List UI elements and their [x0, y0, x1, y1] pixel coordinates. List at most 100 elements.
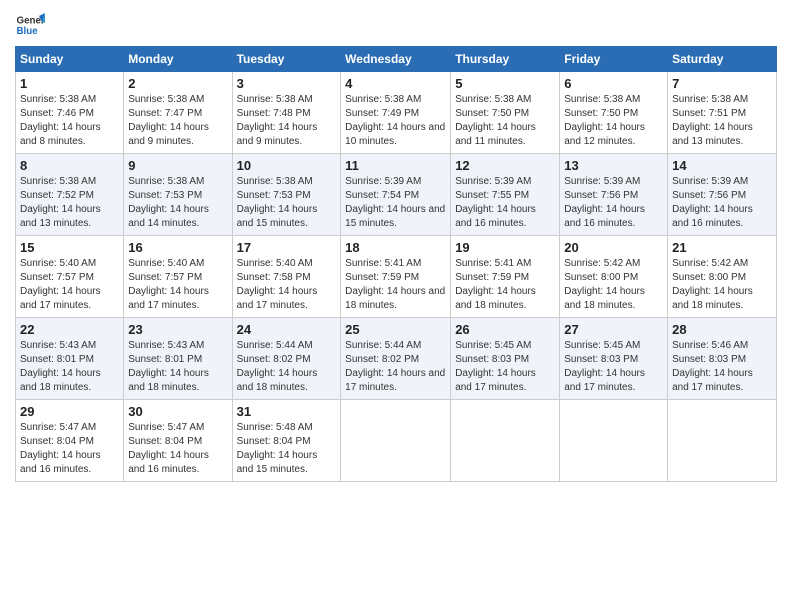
day-info: Sunrise: 5:42 AMSunset: 8:00 PMDaylight:… [672, 258, 753, 311]
day-number: 9 [128, 158, 227, 173]
calendar-cell: 31 Sunrise: 5:48 AMSunset: 8:04 PMDaylig… [232, 400, 341, 482]
day-number: 2 [128, 76, 227, 91]
calendar-week-2: 8 Sunrise: 5:38 AMSunset: 7:52 PMDayligh… [16, 154, 777, 236]
day-info: Sunrise: 5:45 AMSunset: 8:03 PMDaylight:… [455, 340, 536, 393]
logo: General Blue [15, 10, 49, 40]
day-info: Sunrise: 5:40 AMSunset: 7:57 PMDaylight:… [20, 258, 101, 311]
calendar-header-wednesday: Wednesday [341, 47, 451, 72]
day-number: 13 [564, 158, 663, 173]
day-number: 31 [237, 404, 337, 419]
calendar-cell: 18 Sunrise: 5:41 AMSunset: 7:59 PMDaylig… [341, 236, 451, 318]
day-info: Sunrise: 5:38 AMSunset: 7:53 PMDaylight:… [128, 176, 209, 229]
day-number: 25 [345, 322, 446, 337]
calendar-cell: 4 Sunrise: 5:38 AMSunset: 7:49 PMDayligh… [341, 72, 451, 154]
day-number: 14 [672, 158, 772, 173]
header: General Blue [15, 10, 777, 40]
day-number: 28 [672, 322, 772, 337]
day-info: Sunrise: 5:47 AMSunset: 8:04 PMDaylight:… [20, 422, 101, 475]
day-info: Sunrise: 5:43 AMSunset: 8:01 PMDaylight:… [20, 340, 101, 393]
day-number: 24 [237, 322, 337, 337]
calendar-cell: 30 Sunrise: 5:47 AMSunset: 8:04 PMDaylig… [124, 400, 232, 482]
day-number: 26 [455, 322, 555, 337]
day-number: 8 [20, 158, 119, 173]
calendar-cell: 28 Sunrise: 5:46 AMSunset: 8:03 PMDaylig… [668, 318, 777, 400]
day-info: Sunrise: 5:41 AMSunset: 7:59 PMDaylight:… [345, 258, 445, 311]
day-number: 20 [564, 240, 663, 255]
day-number: 10 [237, 158, 337, 173]
day-info: Sunrise: 5:46 AMSunset: 8:03 PMDaylight:… [672, 340, 753, 393]
calendar-week-4: 22 Sunrise: 5:43 AMSunset: 8:01 PMDaylig… [16, 318, 777, 400]
calendar-cell: 29 Sunrise: 5:47 AMSunset: 8:04 PMDaylig… [16, 400, 124, 482]
calendar-cell [451, 400, 560, 482]
day-info: Sunrise: 5:38 AMSunset: 7:51 PMDaylight:… [672, 94, 753, 147]
svg-text:Blue: Blue [17, 26, 39, 37]
day-info: Sunrise: 5:40 AMSunset: 7:58 PMDaylight:… [237, 258, 318, 311]
day-number: 23 [128, 322, 227, 337]
day-info: Sunrise: 5:39 AMSunset: 7:56 PMDaylight:… [564, 176, 645, 229]
calendar-cell [560, 400, 668, 482]
calendar-week-5: 29 Sunrise: 5:47 AMSunset: 8:04 PMDaylig… [16, 400, 777, 482]
day-info: Sunrise: 5:47 AMSunset: 8:04 PMDaylight:… [128, 422, 209, 475]
day-number: 29 [20, 404, 119, 419]
calendar-cell: 5 Sunrise: 5:38 AMSunset: 7:50 PMDayligh… [451, 72, 560, 154]
calendar-cell: 10 Sunrise: 5:38 AMSunset: 7:53 PMDaylig… [232, 154, 341, 236]
day-info: Sunrise: 5:41 AMSunset: 7:59 PMDaylight:… [455, 258, 536, 311]
calendar-cell: 16 Sunrise: 5:40 AMSunset: 7:57 PMDaylig… [124, 236, 232, 318]
day-info: Sunrise: 5:40 AMSunset: 7:57 PMDaylight:… [128, 258, 209, 311]
day-number: 3 [237, 76, 337, 91]
calendar-cell: 25 Sunrise: 5:44 AMSunset: 8:02 PMDaylig… [341, 318, 451, 400]
calendar-cell: 13 Sunrise: 5:39 AMSunset: 7:56 PMDaylig… [560, 154, 668, 236]
calendar-cell: 8 Sunrise: 5:38 AMSunset: 7:52 PMDayligh… [16, 154, 124, 236]
calendar-cell: 19 Sunrise: 5:41 AMSunset: 7:59 PMDaylig… [451, 236, 560, 318]
day-number: 5 [455, 76, 555, 91]
day-number: 7 [672, 76, 772, 91]
calendar-cell: 26 Sunrise: 5:45 AMSunset: 8:03 PMDaylig… [451, 318, 560, 400]
day-info: Sunrise: 5:44 AMSunset: 8:02 PMDaylight:… [345, 340, 445, 393]
day-number: 16 [128, 240, 227, 255]
calendar-cell: 20 Sunrise: 5:42 AMSunset: 8:00 PMDaylig… [560, 236, 668, 318]
day-info: Sunrise: 5:38 AMSunset: 7:53 PMDaylight:… [237, 176, 318, 229]
day-number: 11 [345, 158, 446, 173]
calendar-cell: 3 Sunrise: 5:38 AMSunset: 7:48 PMDayligh… [232, 72, 341, 154]
calendar-week-1: 1 Sunrise: 5:38 AMSunset: 7:46 PMDayligh… [16, 72, 777, 154]
calendar-cell: 21 Sunrise: 5:42 AMSunset: 8:00 PMDaylig… [668, 236, 777, 318]
day-number: 19 [455, 240, 555, 255]
calendar-header-sunday: Sunday [16, 47, 124, 72]
day-info: Sunrise: 5:39 AMSunset: 7:55 PMDaylight:… [455, 176, 536, 229]
day-number: 30 [128, 404, 227, 419]
calendar-cell: 23 Sunrise: 5:43 AMSunset: 8:01 PMDaylig… [124, 318, 232, 400]
calendar-cell: 27 Sunrise: 5:45 AMSunset: 8:03 PMDaylig… [560, 318, 668, 400]
day-number: 21 [672, 240, 772, 255]
day-number: 4 [345, 76, 446, 91]
day-info: Sunrise: 5:38 AMSunset: 7:50 PMDaylight:… [455, 94, 536, 147]
calendar-cell: 12 Sunrise: 5:39 AMSunset: 7:55 PMDaylig… [451, 154, 560, 236]
calendar-header-row: SundayMondayTuesdayWednesdayThursdayFrid… [16, 47, 777, 72]
day-info: Sunrise: 5:38 AMSunset: 7:52 PMDaylight:… [20, 176, 101, 229]
calendar-week-3: 15 Sunrise: 5:40 AMSunset: 7:57 PMDaylig… [16, 236, 777, 318]
day-info: Sunrise: 5:38 AMSunset: 7:49 PMDaylight:… [345, 94, 445, 147]
day-info: Sunrise: 5:39 AMSunset: 7:56 PMDaylight:… [672, 176, 753, 229]
calendar-header-saturday: Saturday [668, 47, 777, 72]
day-number: 1 [20, 76, 119, 91]
day-info: Sunrise: 5:48 AMSunset: 8:04 PMDaylight:… [237, 422, 318, 475]
day-info: Sunrise: 5:38 AMSunset: 7:47 PMDaylight:… [128, 94, 209, 147]
calendar-cell: 9 Sunrise: 5:38 AMSunset: 7:53 PMDayligh… [124, 154, 232, 236]
calendar-cell: 6 Sunrise: 5:38 AMSunset: 7:50 PMDayligh… [560, 72, 668, 154]
day-info: Sunrise: 5:38 AMSunset: 7:48 PMDaylight:… [237, 94, 318, 147]
calendar-cell: 2 Sunrise: 5:38 AMSunset: 7:47 PMDayligh… [124, 72, 232, 154]
calendar-header-monday: Monday [124, 47, 232, 72]
day-number: 17 [237, 240, 337, 255]
calendar-header-thursday: Thursday [451, 47, 560, 72]
calendar-cell: 1 Sunrise: 5:38 AMSunset: 7:46 PMDayligh… [16, 72, 124, 154]
day-info: Sunrise: 5:43 AMSunset: 8:01 PMDaylight:… [128, 340, 209, 393]
calendar-header-friday: Friday [560, 47, 668, 72]
day-number: 15 [20, 240, 119, 255]
day-info: Sunrise: 5:38 AMSunset: 7:46 PMDaylight:… [20, 94, 101, 147]
day-info: Sunrise: 5:38 AMSunset: 7:50 PMDaylight:… [564, 94, 645, 147]
day-number: 12 [455, 158, 555, 173]
calendar-table: SundayMondayTuesdayWednesdayThursdayFrid… [15, 46, 777, 482]
calendar-cell [668, 400, 777, 482]
calendar-cell: 17 Sunrise: 5:40 AMSunset: 7:58 PMDaylig… [232, 236, 341, 318]
day-info: Sunrise: 5:44 AMSunset: 8:02 PMDaylight:… [237, 340, 318, 393]
calendar-cell: 7 Sunrise: 5:38 AMSunset: 7:51 PMDayligh… [668, 72, 777, 154]
